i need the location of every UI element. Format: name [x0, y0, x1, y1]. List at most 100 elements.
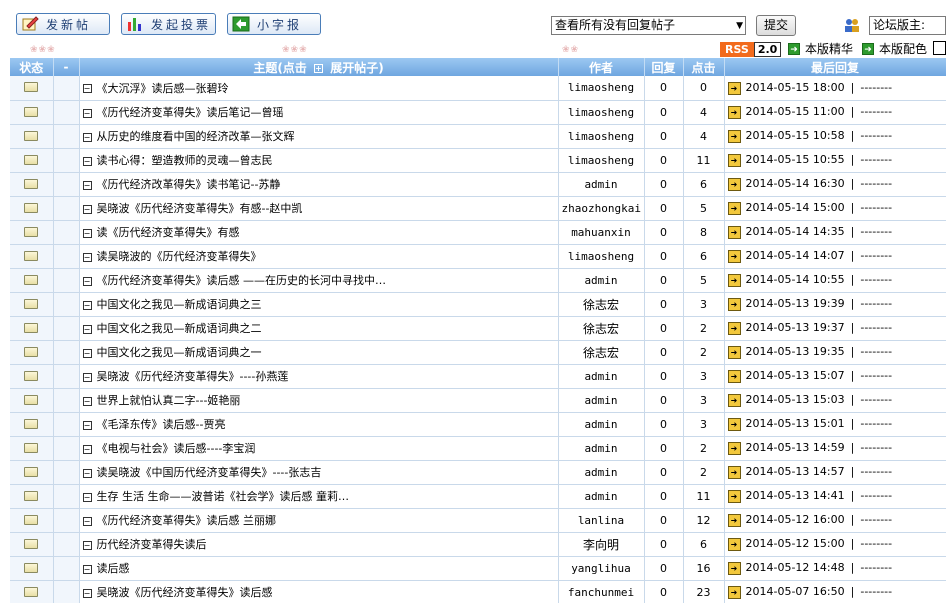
last-reply-cell[interactable]: ➜ 2014-05-13 15:03 | -------- — [724, 388, 946, 413]
go-arrow-icon[interactable]: ➜ — [727, 393, 741, 407]
author-link[interactable]: 徐志宏 — [558, 316, 645, 341]
go-arrow-icon[interactable]: ➜ — [727, 489, 741, 503]
table-row[interactable]: − 《大沉浮》读后感—张碧玲 limaosheng 0 0 ➜ 2014-05-15 18:… — [10, 76, 946, 101]
collapse-icon[interactable]: − — [82, 444, 92, 454]
collapse-icon[interactable]: − — [82, 516, 92, 526]
title-cell[interactable]: − 中国文化之我见—新成语词典之三 — [79, 292, 559, 317]
last-reply-cell[interactable]: ➜ 2014-05-13 19:35 | -------- — [724, 340, 946, 365]
go-arrow-icon[interactable]: ➜ — [727, 297, 741, 311]
title-cell[interactable]: − 《历代经济变革得失》读后感 兰丽娜 — [79, 508, 559, 533]
header-last-reply[interactable]: 最后回复 — [724, 58, 946, 76]
topic-link[interactable]: 《历代经济变革得失》读后感 兰丽娜 — [97, 514, 277, 527]
table-row[interactable]: − 《毛泽东传》读后感--贾亮 admin 0 3 ➜ 2014-05-13 15:01 | -… — [10, 412, 946, 437]
author-link[interactable]: limaosheng — [558, 100, 645, 125]
topic-link[interactable]: 读《历代经济变革得失》有感 — [97, 226, 240, 239]
collapse-icon[interactable]: − — [82, 324, 92, 334]
collapse-icon[interactable]: − — [82, 348, 92, 358]
table-row[interactable]: − 世界上就怕认真二字---姬艳丽 admin 0 3 ➜ 2014-05-13 15:03… — [10, 388, 946, 413]
author-link[interactable]: yanglihua — [558, 556, 645, 581]
go-arrow-icon[interactable]: ➜ — [727, 201, 741, 215]
collapse-icon[interactable]: − — [82, 372, 92, 382]
table-row[interactable]: − 《历代经济变革得失》读后感 ——在历史的长河中寻找中… admin 0 5 ➜ 2014… — [10, 268, 946, 293]
last-reply-cell[interactable]: ➜ 2014-05-13 14:57 | -------- — [724, 460, 946, 485]
last-reply-cell[interactable]: ➜ 2014-05-13 19:37 | -------- — [724, 316, 946, 341]
table-row[interactable]: − 读书心得：塑造教师的灵魂—曾志民 limaosheng 0 11 ➜ 2014-05-1… — [10, 148, 946, 173]
title-cell[interactable]: − 《毛泽东传》读后感--贾亮 — [79, 412, 559, 437]
table-row[interactable]: − 吴晓波《历代经济变革得失》读后感 fanchunmei 0 23 ➜ 2014-05-0… — [10, 580, 946, 603]
topic-link[interactable]: 生存 生活 生命——波普诺《社会学》读后感 童莉… — [97, 490, 350, 503]
filter-select[interactable]: 查看所有没有回复帖子 ▼ — [551, 16, 746, 35]
topic-link[interactable]: 中国文化之我见—新成语词典之二 — [97, 322, 262, 335]
collapse-icon[interactable]: − — [82, 468, 92, 478]
title-cell[interactable]: − 生存 生活 生命——波普诺《社会学》读后感 童莉… — [79, 484, 559, 509]
topic-link[interactable]: 读吴晓波《中国历代经济变革得失》----张志吉 — [97, 466, 322, 479]
go-arrow-icon[interactable]: ➜ — [727, 225, 741, 239]
table-row[interactable]: − 从历史的维度看中国的经济改革—张文辉 limaosheng 0 4 ➜ 2014-05-… — [10, 124, 946, 149]
title-cell[interactable]: − 读书心得：塑造教师的灵魂—曾志民 — [79, 148, 559, 173]
topic-link[interactable]: 《大沉浮》读后感—张碧玲 — [97, 82, 229, 95]
table-row[interactable]: − 中国文化之我见—新成语词典之三 徐志宏 0 3 ➜ 2014-05-13 19:39 | -… — [10, 292, 946, 317]
table-row[interactable]: − 《历代经济改革得失》读书笔记--苏静 admin 0 6 ➜ 2014-05-14 16… — [10, 172, 946, 197]
last-reply-cell[interactable]: ➜ 2014-05-14 14:07 | -------- — [724, 244, 946, 269]
topic-link[interactable]: 世界上就怕认真二字---姬艳丽 — [97, 394, 241, 407]
collapse-icon[interactable]: − — [82, 132, 92, 142]
last-reply-cell[interactable]: ➜ 2014-05-12 16:00 | -------- — [724, 508, 946, 533]
go-arrow-icon[interactable]: ➜ — [727, 177, 741, 191]
author-link[interactable]: limaosheng — [558, 76, 645, 101]
collapse-icon[interactable]: − — [82, 276, 92, 286]
go-arrow-icon[interactable]: ➜ — [727, 537, 741, 551]
table-row[interactable]: − 吴晓波《历代经济变革得失》有感--赵中凯 zhaozhongkai 0 5 ➜ 2014… — [10, 196, 946, 221]
title-cell[interactable]: − 吴晓波《历代经济变革得失》----孙燕莲 — [79, 364, 559, 389]
collapse-icon[interactable]: − — [82, 564, 92, 574]
title-cell[interactable]: − 《历代经济改革得失》读书笔记--苏静 — [79, 172, 559, 197]
table-row[interactable]: − 生存 生活 生命——波普诺《社会学》读后感 童莉… admin 0 11 ➜ 2014-… — [10, 484, 946, 509]
document-icon[interactable] — [933, 41, 946, 55]
last-reply-cell[interactable]: ➜ 2014-05-13 19:39 | -------- — [724, 292, 946, 317]
header-title[interactable]: 主题(点击 + 展开帖子) — [79, 58, 559, 76]
header-dash[interactable]: - — [53, 58, 80, 76]
collapse-icon[interactable]: − — [82, 396, 92, 406]
topic-link[interactable]: 历代经济变革得失读后 — [97, 538, 207, 551]
topic-link[interactable]: 读书心得：塑造教师的灵魂—曾志民 — [97, 154, 273, 167]
collapse-icon[interactable]: − — [82, 204, 92, 214]
table-row[interactable]: − 读吴晓波《中国历代经济变革得失》----张志吉 admin 0 2 ➜ 2014-05-… — [10, 460, 946, 485]
go-arrow-icon[interactable]: ➜ — [727, 105, 741, 119]
last-reply-cell[interactable]: ➜ 2014-05-15 11:00 | -------- — [724, 100, 946, 125]
small-font-button[interactable]: 小字报 — [227, 13, 321, 35]
table-row[interactable]: − 《电视与社会》读后感----李宝润 admin 0 2 ➜ 2014-05-13 14:… — [10, 436, 946, 461]
author-link[interactable]: admin — [558, 388, 645, 413]
author-link[interactable]: admin — [558, 364, 645, 389]
go-arrow-icon[interactable]: ➜ — [727, 465, 741, 479]
title-cell[interactable]: − 从历史的维度看中国的经济改革—张文辉 — [79, 124, 559, 149]
last-reply-cell[interactable]: ➜ 2014-05-14 10:55 | -------- — [724, 268, 946, 293]
author-link[interactable]: admin — [558, 484, 645, 509]
table-row[interactable]: − 中国文化之我见—新成语词典之二 徐志宏 0 2 ➜ 2014-05-13 19:37 | -… — [10, 316, 946, 341]
topic-link[interactable]: 《历代经济改革得失》读书笔记--苏静 — [97, 178, 281, 191]
table-row[interactable]: − 读后感 yanglihua 0 16 ➜ 2014-05-12 14:48 | ------… — [10, 556, 946, 581]
topic-link[interactable]: 从历史的维度看中国的经济改革—张文辉 — [97, 130, 295, 143]
last-reply-cell[interactable]: ➜ 2014-05-07 16:50 | -------- — [724, 580, 946, 603]
topic-link[interactable]: 《电视与社会》读后感----李宝润 — [97, 442, 256, 455]
author-link[interactable]: fanchunmei — [558, 580, 645, 603]
last-reply-cell[interactable]: ➜ 2014-05-13 14:41 | -------- — [724, 484, 946, 509]
last-reply-cell[interactable]: ➜ 2014-05-15 10:55 | -------- — [724, 148, 946, 173]
go-arrow-icon[interactable]: ➜ — [727, 369, 741, 383]
go-arrow-icon[interactable]: ➜ — [727, 417, 741, 431]
go-arrow-icon[interactable]: ➜ — [727, 441, 741, 455]
go-arrow-icon[interactable]: ➜ — [727, 585, 741, 599]
rss-badge[interactable]: RSS 2.0 — [720, 42, 782, 57]
author-link[interactable]: mahuanxin — [558, 220, 645, 245]
last-reply-cell[interactable]: ➜ 2014-05-12 15:00 | -------- — [724, 532, 946, 557]
last-reply-cell[interactable]: ➜ 2014-05-14 15:00 | -------- — [724, 196, 946, 221]
topic-link[interactable]: 吴晓波《历代经济变革得失》----孙燕莲 — [97, 370, 289, 383]
moderator-select[interactable]: 论坛版主: — [869, 16, 946, 35]
title-cell[interactable]: − 吴晓波《历代经济变革得失》有感--赵中凯 — [79, 196, 559, 221]
topic-link[interactable]: 《毛泽东传》读后感--贾亮 — [97, 418, 226, 431]
title-cell[interactable]: − 历代经济变革得失读后 — [79, 532, 559, 557]
author-link[interactable]: 李向明 — [558, 532, 645, 557]
author-link[interactable]: 徐志宏 — [558, 292, 645, 317]
topic-link[interactable]: 中国文化之我见—新成语词典之一 — [97, 346, 262, 359]
last-reply-cell[interactable]: ➜ 2014-05-14 16:30 | -------- — [724, 172, 946, 197]
go-arrow-icon[interactable]: ➜ — [727, 321, 741, 335]
author-link[interactable]: admin — [558, 412, 645, 437]
